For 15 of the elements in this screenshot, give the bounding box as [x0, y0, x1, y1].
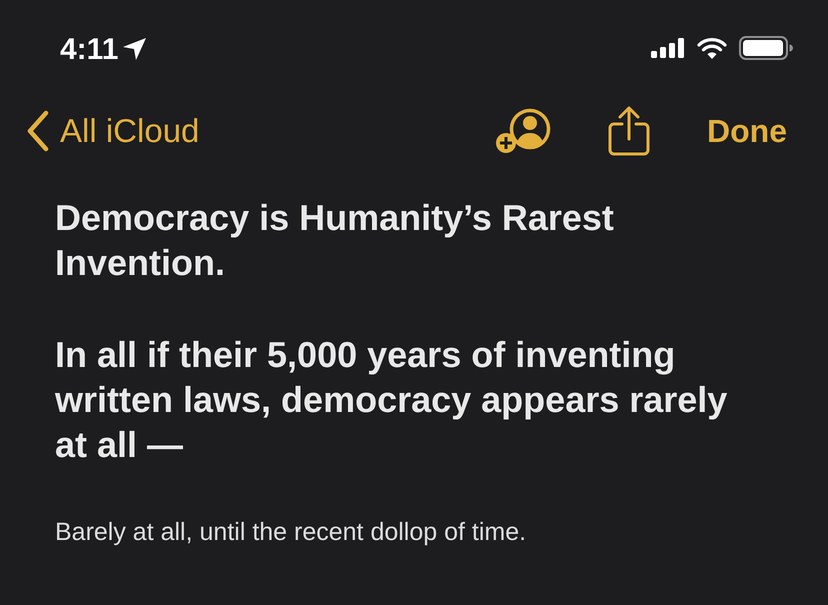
wifi-icon — [697, 38, 727, 59]
add-person-icon — [495, 108, 551, 154]
battery-icon — [739, 36, 793, 60]
note-body: Barely at all, until the recent dollop of time. — [55, 517, 528, 548]
location-arrow-icon — [123, 38, 148, 60]
signal-icon — [651, 38, 685, 58]
add-person-button[interactable] — [495, 108, 551, 154]
share-button[interactable] — [608, 106, 650, 156]
done-button[interactable]: Done — [707, 111, 787, 151]
chevron-left-icon — [26, 110, 50, 152]
share-icon — [608, 106, 650, 156]
note-heading: Democracy is Humanity’s Rarest Invention. — [55, 196, 615, 285]
status-time: 4:11 — [60, 35, 118, 65]
back-button[interactable]: All iCloud — [26, 110, 200, 152]
note-heading: In all if their 5,000 years of inventing written laws, democracy appears rarely at all — — [55, 333, 728, 467]
